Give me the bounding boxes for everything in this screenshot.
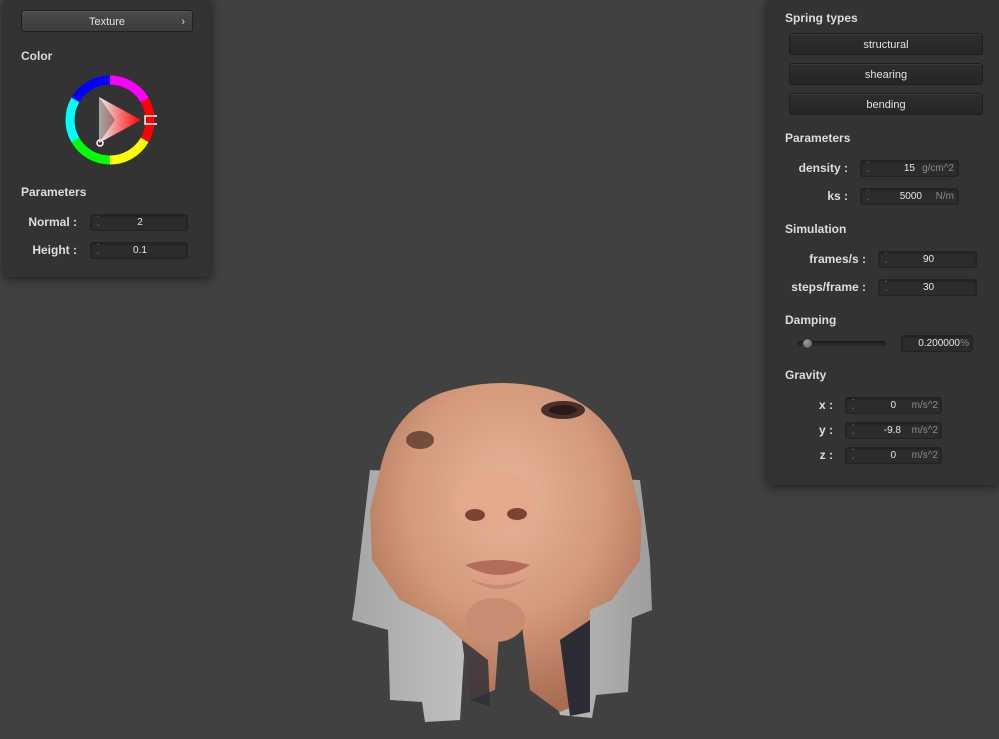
height-input[interactable]: ⌃ ⌄ 0.1 xyxy=(90,242,188,259)
simulation-panel: Spring types structural shearing bending… xyxy=(767,0,999,485)
gravity-y-label: y : xyxy=(818,423,833,437)
shearing-button[interactable]: shearing xyxy=(789,63,983,85)
spinner-icon[interactable]: ⌃ ⌄ xyxy=(865,190,871,203)
damping-slider-knob[interactable] xyxy=(801,338,813,349)
frames-label: frames/s : xyxy=(809,252,866,266)
parameters-title: Parameters xyxy=(785,131,851,145)
spinner-icon[interactable]: ⌃ ⌄ xyxy=(850,449,856,462)
gravity-title: Gravity xyxy=(785,368,827,382)
gravity-z-label: z : xyxy=(819,448,833,462)
height-label: Height : xyxy=(32,243,77,257)
gravity-y-input[interactable]: ⌃ ⌄ -9.8 m/s^2 xyxy=(845,422,942,439)
frames-input[interactable]: ⌃ ⌄ 90 xyxy=(878,251,977,268)
normal-input[interactable]: ⌃ ⌄ 2 xyxy=(90,214,188,231)
simulation-title: Simulation xyxy=(785,222,847,236)
chevron-right-icon: › xyxy=(181,16,185,28)
damping-section-title: Damping xyxy=(785,313,837,327)
parameters-title: Parameters xyxy=(21,185,87,199)
density-input[interactable]: ⌃ ⌄ 15 g/cm^2 xyxy=(860,160,959,177)
gravity-x-input[interactable]: ⌃ ⌄ 0 m/s^2 xyxy=(845,397,942,414)
spinner-icon[interactable]: ⌃ ⌄ xyxy=(850,399,856,412)
texture-button[interactable]: Texture › xyxy=(21,10,193,32)
steps-input[interactable]: ⌃ ⌄ 30 xyxy=(878,279,977,296)
spinner-icon[interactable]: ⌃ ⌄ xyxy=(865,162,871,175)
bending-button[interactable]: bending xyxy=(789,93,983,115)
steps-label: steps/frame : xyxy=(791,280,866,294)
texture-panel: Texture › Color Parameters Normal : ⌃ ⌄ 2… xyxy=(4,0,211,277)
color-wheel[interactable] xyxy=(63,74,157,168)
normal-label: Normal : xyxy=(28,215,77,229)
structural-button[interactable]: structural xyxy=(789,33,983,55)
damping-input[interactable]: 0.200000 % xyxy=(901,335,973,352)
color-section-title: Color xyxy=(21,49,53,63)
ks-input[interactable]: ⌃ ⌄ 5000 N/m xyxy=(860,188,959,205)
spring-types-title: Spring types xyxy=(785,11,858,25)
density-label: density : xyxy=(798,161,848,175)
cloth-mesh xyxy=(352,383,652,722)
gravity-z-input[interactable]: ⌃ ⌄ 0 m/s^2 xyxy=(845,447,942,464)
texture-button-label: Texture xyxy=(88,16,126,28)
spinner-icon[interactable]: ⌃ ⌄ xyxy=(850,424,856,437)
ks-label: ks : xyxy=(827,189,848,203)
gravity-x-label: x : xyxy=(818,398,833,412)
